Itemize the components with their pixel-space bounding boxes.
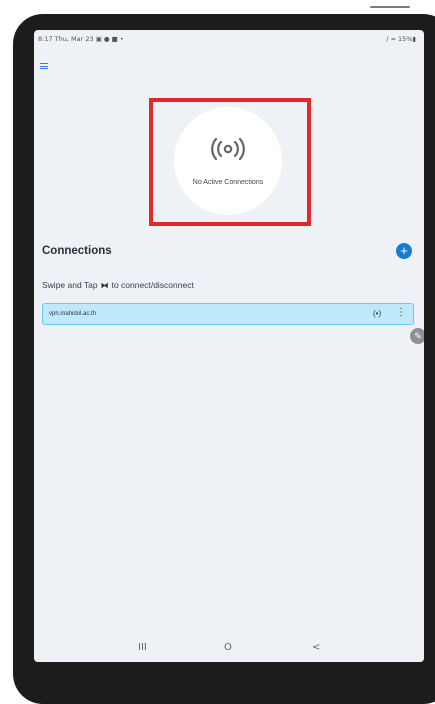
swipe-hint-prefix: Swipe and Tap bbox=[42, 280, 98, 290]
menu-icon-line bbox=[40, 68, 48, 69]
swipe-connect-icon: ⧓ bbox=[100, 280, 109, 290]
menu-icon-line bbox=[40, 65, 48, 67]
status-notification-icons: ▣ ● ■ • bbox=[95, 35, 124, 43]
swipe-hint-suffix: to connect/disconnect bbox=[111, 280, 194, 290]
connection-item[interactable]: vpn.mahidol.ac.th (•) ⋮ bbox=[42, 303, 414, 325]
app-screen: 8:17 Thu, Mar 23 ▣ ● ■ • ∕ ≈ 15%▮ No Act… bbox=[34, 30, 424, 662]
status-system-icons: ∕ ≈ 15%▮ bbox=[386, 35, 416, 43]
device-top-line bbox=[370, 6, 410, 8]
connection-signal-icon[interactable]: (•) bbox=[373, 309, 381, 318]
status-time: 8:17 Thu, Mar 23 ▣ ● ■ • bbox=[38, 35, 124, 43]
status-bar: 8:17 Thu, Mar 23 ▣ ● ■ • ∕ ≈ 15%▮ bbox=[34, 30, 424, 46]
connections-title: Connections bbox=[42, 245, 112, 257]
back-button[interactable]: < bbox=[312, 642, 320, 653]
more-options-icon[interactable]: ⋮ bbox=[396, 308, 406, 318]
status-time-text: 8:17 Thu, Mar 23 bbox=[38, 35, 94, 43]
edit-icon[interactable]: ✎ bbox=[410, 328, 424, 344]
system-nav-bar: III O < bbox=[34, 638, 424, 662]
connection-name: vpn.mahidol.ac.th bbox=[49, 311, 97, 317]
highlight-box bbox=[149, 98, 311, 226]
add-connection-button[interactable]: + bbox=[396, 243, 412, 259]
recent-apps-button[interactable]: III bbox=[138, 642, 147, 653]
menu-icon[interactable] bbox=[40, 63, 48, 69]
menu-icon-line bbox=[40, 63, 48, 64]
swipe-hint: Swipe and Tap ⧓ to connect/disconnect bbox=[42, 280, 194, 290]
home-button[interactable]: O bbox=[224, 642, 232, 653]
